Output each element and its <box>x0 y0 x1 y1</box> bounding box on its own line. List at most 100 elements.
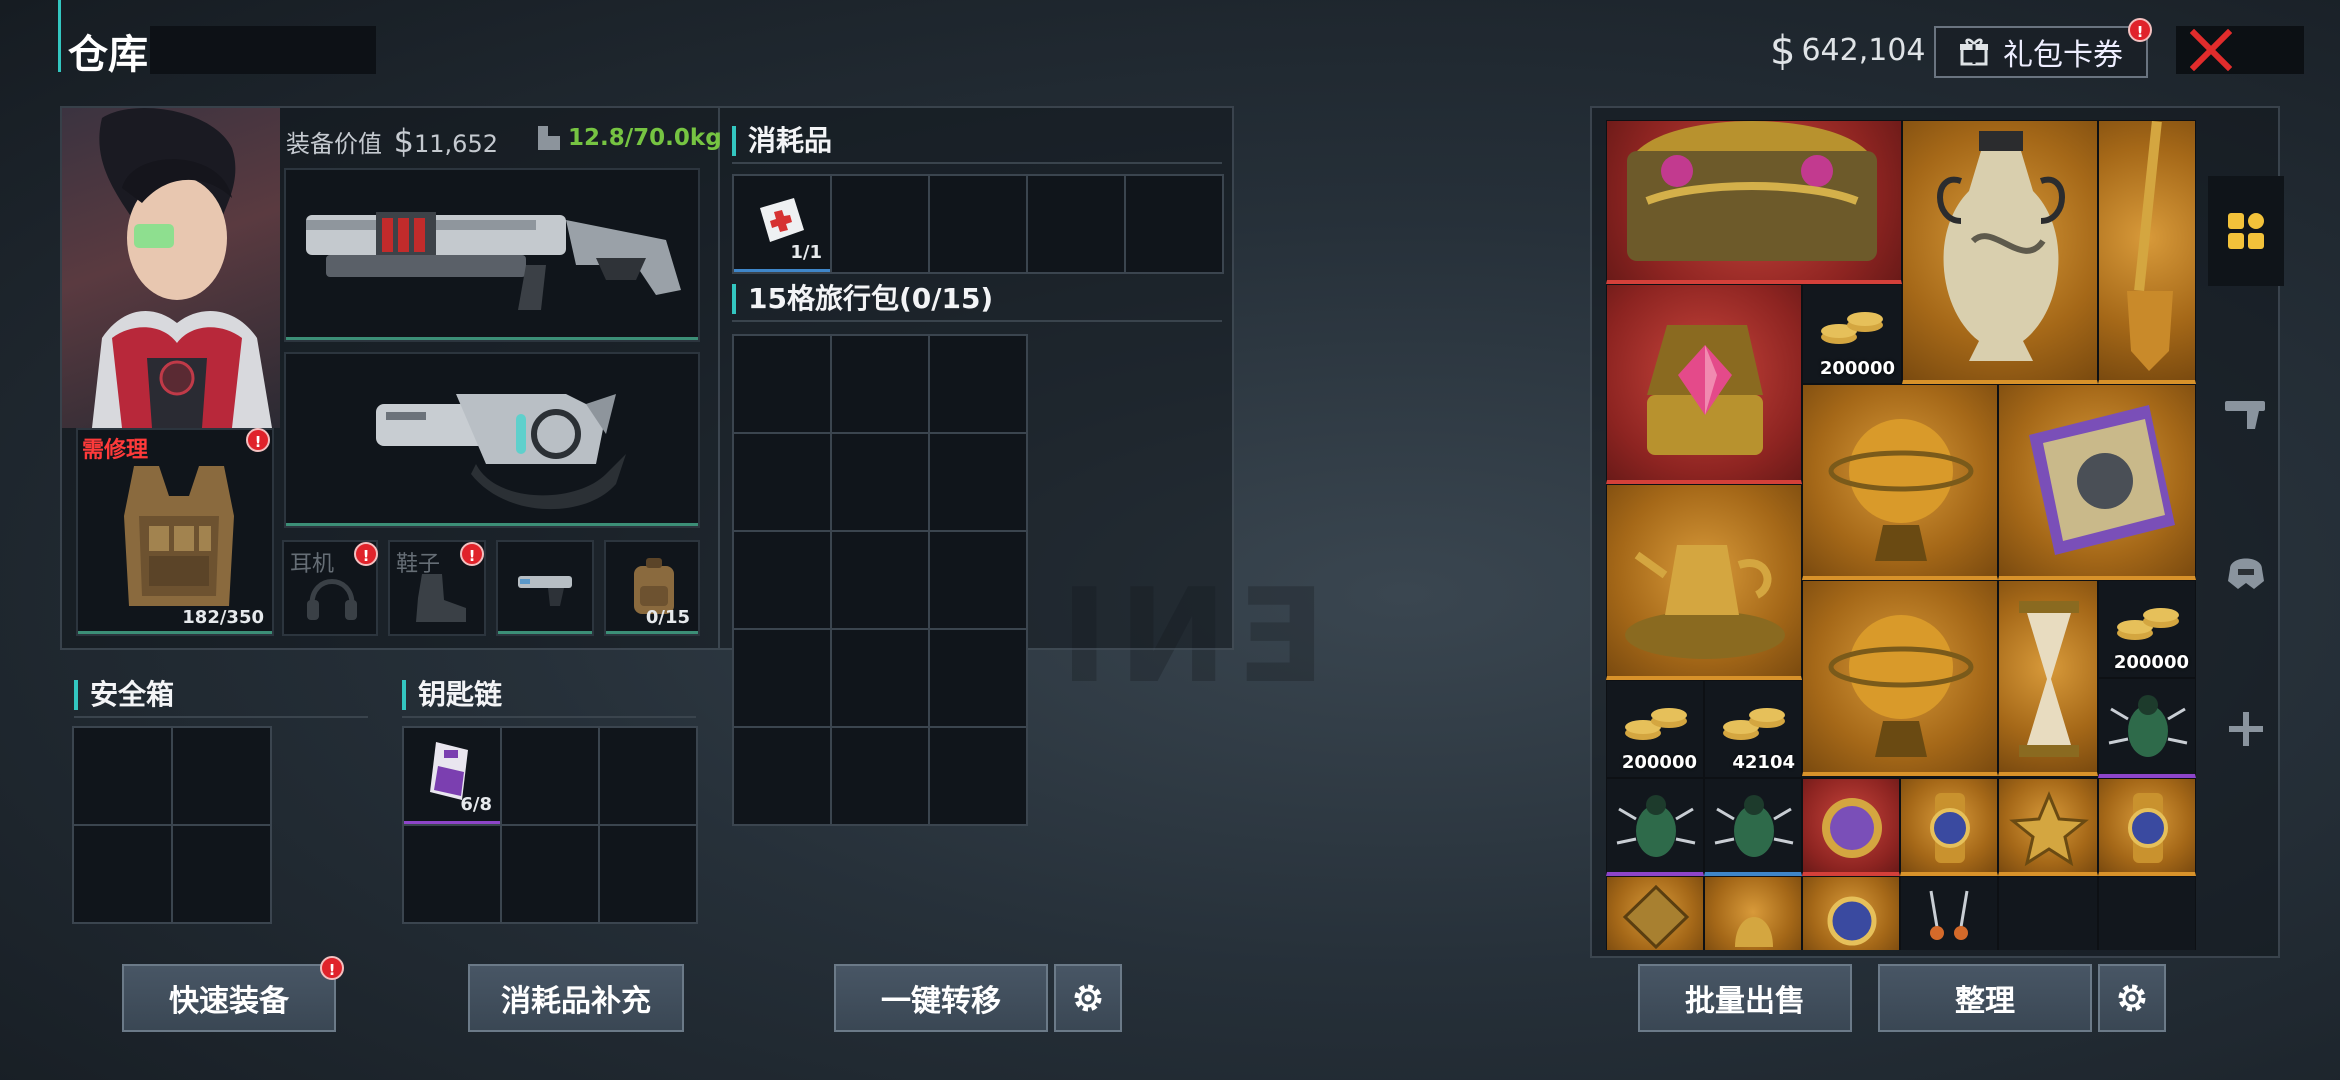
safe-box-cell[interactable] <box>74 826 171 922</box>
stash-item-beetle-3[interactable] <box>1704 778 1802 876</box>
keychain-cell[interactable] <box>502 728 598 824</box>
consumable-cell[interactable] <box>930 176 1026 272</box>
stash-settings-button[interactable] <box>2098 964 2166 1032</box>
stash-item-watch-2[interactable] <box>2098 778 2196 876</box>
gift-coupon-button[interactable]: 礼包卡券 <box>1934 26 2148 78</box>
character-illustration <box>92 108 272 428</box>
title-redaction <box>150 26 376 74</box>
title-accent <box>58 0 61 72</box>
bag-cell[interactable] <box>930 434 1026 530</box>
stash-item-gem-box[interactable] <box>1606 284 1802 484</box>
stash-item-treasure-chest[interactable] <box>1606 120 1902 284</box>
transfer-all-button[interactable]: 一键转移 <box>834 964 1048 1032</box>
backpack-slot[interactable]: 0/15 <box>604 540 700 636</box>
stash-item-earrings[interactable] <box>1900 876 1998 950</box>
stash-empty-cell[interactable] <box>1998 876 2098 950</box>
keychain-cell[interactable] <box>600 728 696 824</box>
bag-cell[interactable] <box>832 336 928 432</box>
stash-item-vase[interactable] <box>1902 120 2098 384</box>
stash-item-teapot[interactable] <box>1606 484 1802 680</box>
bag-cell[interactable] <box>832 532 928 628</box>
stash-item-star[interactable] <box>1998 778 2098 876</box>
stash-item-shovel[interactable] <box>2098 120 2196 384</box>
armor-vest-icon <box>124 466 234 606</box>
bag-cell[interactable] <box>734 434 830 530</box>
safe-box-cell[interactable] <box>173 826 270 922</box>
tab-armor[interactable] <box>2208 516 2284 626</box>
stash-item-watch-3[interactable] <box>1802 876 1900 950</box>
bell-icon <box>1735 917 1773 947</box>
gift-icon <box>1960 38 1988 66</box>
bag-cell[interactable] <box>734 728 830 824</box>
stash-item-beetle[interactable] <box>2098 678 2196 778</box>
book-icon <box>2029 405 2175 555</box>
primary-weapon-slot[interactable] <box>284 168 700 342</box>
consumable-cell[interactable] <box>1126 176 1222 272</box>
close-icon <box>2190 29 2232 71</box>
keychain-cell[interactable]: 6/8 <box>404 728 500 824</box>
stash-item-beetle-2[interactable] <box>1606 778 1704 876</box>
bag-cell[interactable] <box>930 336 1026 432</box>
bag-cell[interactable] <box>734 532 830 628</box>
bag-cell[interactable] <box>930 728 1026 824</box>
armor-slot[interactable]: 需修理 182/350 <box>76 428 274 636</box>
section-divider <box>732 162 1222 164</box>
keychain-cell[interactable] <box>404 826 500 922</box>
stash-item-globe-2[interactable] <box>1802 580 1998 776</box>
stash-item-plaque[interactable] <box>1606 876 1704 950</box>
stash-item-globe[interactable] <box>1802 384 1998 580</box>
stash-item-compass[interactable] <box>1802 778 1900 876</box>
tab-weapons[interactable] <box>2208 358 2284 468</box>
boot-icon <box>416 574 466 622</box>
watch-icon <box>2128 793 2168 863</box>
stash-empty-cell[interactable] <box>2098 876 2196 950</box>
launcher-icon <box>376 394 626 510</box>
medkit-qty: 1/1 <box>790 242 822 263</box>
keychain-grid: 6/8 <box>402 726 698 924</box>
consumable-cell[interactable]: 1/1 <box>734 176 830 272</box>
safe-box-cell[interactable] <box>74 728 171 824</box>
consumable-cell[interactable] <box>832 176 928 272</box>
stash-item-book[interactable] <box>1998 384 2196 580</box>
page-title: 仓库 <box>68 32 148 78</box>
stash-item-coins-3[interactable]: 200000 <box>1606 680 1704 778</box>
bag-cell[interactable] <box>930 630 1026 726</box>
keychain-cell[interactable] <box>502 826 598 922</box>
coins-qty: 200000 <box>1621 752 1697 773</box>
consumable-cell[interactable] <box>1028 176 1124 272</box>
refill-consumables-button[interactable]: 消耗品补充 <box>468 964 684 1032</box>
travel-bag-title: 15格旅行包(0/15) <box>732 284 993 314</box>
transfer-settings-button[interactable] <box>1054 964 1122 1032</box>
character-portrait[interactable] <box>62 108 280 428</box>
tab-add[interactable] <box>2208 674 2284 784</box>
sort-button[interactable]: 整理 <box>1878 964 2092 1032</box>
bag-cell[interactable] <box>832 630 928 726</box>
stash-item-hourglass[interactable] <box>1998 580 2098 776</box>
stash-item-watch[interactable] <box>1900 778 1998 876</box>
bag-cell[interactable] <box>832 728 928 824</box>
bag-cell[interactable] <box>734 630 830 726</box>
armor-durability: 182/350 <box>182 607 264 628</box>
sidearm-slot[interactable] <box>496 540 594 636</box>
safe-box-grid <box>72 726 272 924</box>
stash-item-coins-4[interactable]: 42104 <box>1704 680 1802 778</box>
armor-alert-badge: ! <box>246 428 270 452</box>
equipment-value-label: 装备价值 <box>286 130 382 158</box>
keychain-title: 钥匙链 <box>402 680 502 710</box>
secondary-weapon-slot[interactable] <box>284 352 700 528</box>
keychain-cell[interactable] <box>600 826 696 922</box>
bag-cell[interactable] <box>930 532 1026 628</box>
stash-item-coins-2[interactable]: 200000 <box>2098 580 2196 678</box>
quick-equip-button[interactable]: 快速装备 <box>122 964 336 1032</box>
tab-all-items[interactable] <box>2208 176 2284 286</box>
safe-box-cell[interactable] <box>173 728 270 824</box>
bag-cell[interactable] <box>734 336 830 432</box>
safe-box-title: 安全箱 <box>74 680 174 710</box>
close-button[interactable] <box>2176 26 2304 74</box>
gift-alert-badge: ! <box>2128 18 2152 42</box>
stash-item-bell[interactable] <box>1704 876 1802 950</box>
money-symbol: $ <box>1770 28 1796 74</box>
bulk-sell-button[interactable]: 批量出售 <box>1638 964 1852 1032</box>
bag-cell[interactable] <box>832 434 928 530</box>
stash-item-coins[interactable]: 200000 <box>1802 284 1902 384</box>
